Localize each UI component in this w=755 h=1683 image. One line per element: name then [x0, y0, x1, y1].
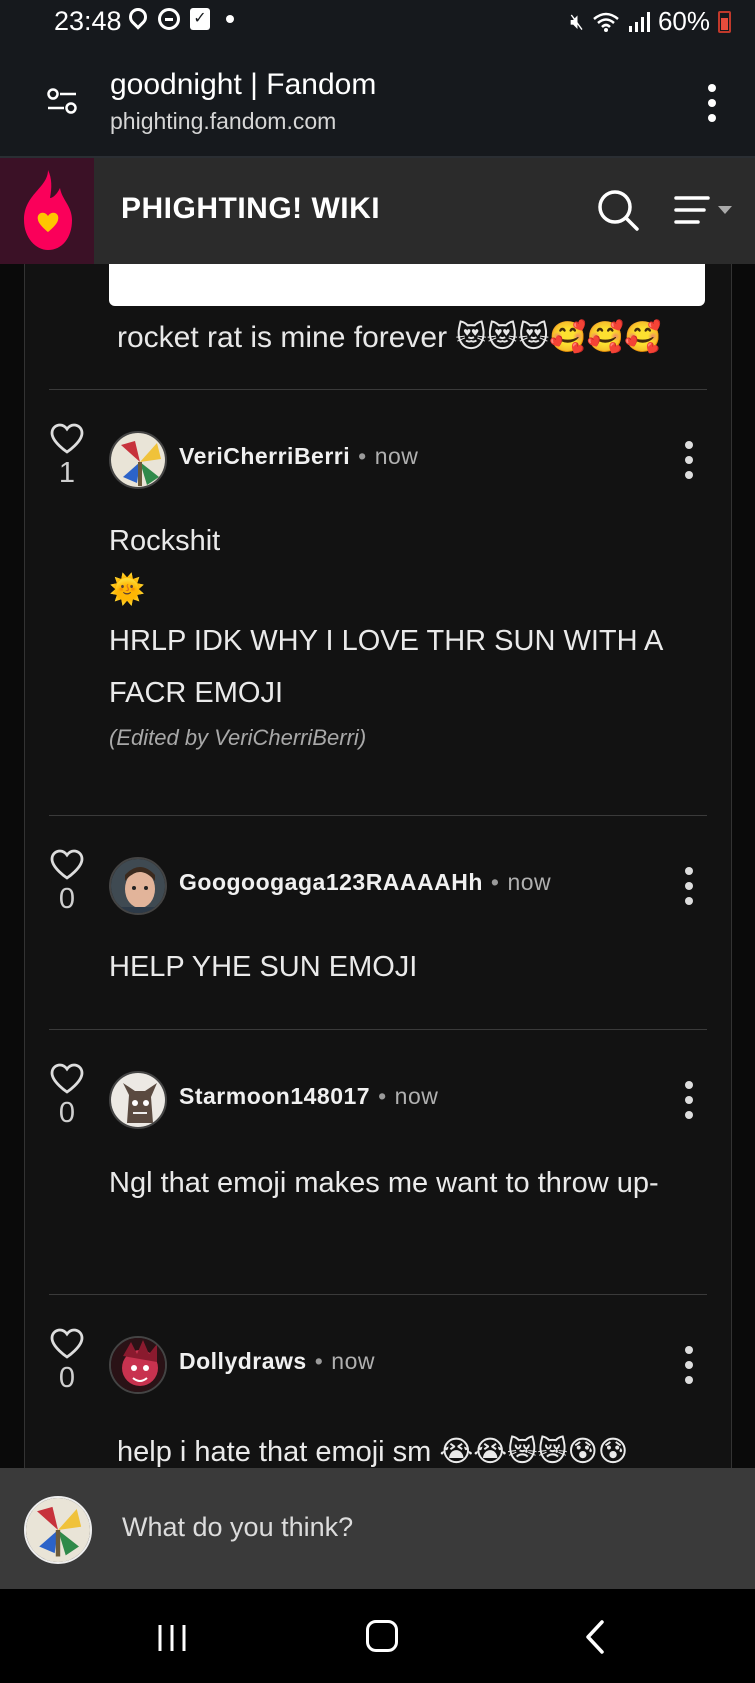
comment-input[interactable]: What do you think? [122, 1512, 353, 1543]
user-avatar[interactable] [24, 1496, 92, 1564]
comment-line: HELP YHE SUN EMOJI [109, 951, 418, 983]
location-icon [128, 8, 148, 30]
timestamp: now [331, 1348, 375, 1374]
username[interactable]: VeriCherriBerri [179, 443, 350, 469]
previous-comment-text: rocket rat is mine forever 😻😻😻🥰🥰🥰 [117, 321, 662, 354]
recent-apps-icon[interactable] [156, 1623, 188, 1653]
edited-note: (Edited by VeriCherriBerri) [109, 725, 367, 750]
fandom-logo[interactable] [0, 158, 94, 264]
previous-comment-media [109, 264, 705, 306]
username[interactable]: Googoogaga123RAAAAHh [179, 869, 483, 895]
avatar[interactable] [109, 1336, 167, 1394]
notification-dot-icon [226, 15, 234, 23]
status-icons-left: ✓ [128, 8, 234, 30]
comment-line: Rockshit [109, 525, 221, 557]
like-count: 0 [58, 1097, 76, 1129]
heart-icon[interactable] [49, 1328, 85, 1360]
comment-composer[interactable]: What do you think? [0, 1468, 755, 1589]
heart-icon[interactable] [49, 1063, 85, 1095]
timestamp: now [394, 1083, 439, 1109]
mute-icon: 🔇︎ [570, 8, 584, 34]
site-settings-icon[interactable] [46, 86, 78, 116]
comment-options-icon[interactable] [684, 1346, 694, 1384]
avatar[interactable] [109, 857, 167, 915]
username[interactable]: Dollydraws [179, 1348, 307, 1374]
battery-percent: 60% [657, 6, 710, 36]
comment-body: Ngl that emoji makes me want to throw up… [109, 1157, 669, 1209]
dnd-icon [158, 8, 180, 30]
hamburger-menu-icon[interactable] [674, 194, 734, 228]
wiki-header: PHIGHTING! WIKI [0, 158, 755, 264]
battery-icon [718, 10, 731, 33]
timestamp: now [507, 869, 552, 895]
comment-line: HRLP IDK WHY I LOVE THR SUN WITH A FACR … [109, 625, 662, 709]
username[interactable]: Starmoon148017 [179, 1083, 370, 1109]
comments-section: rocket rat is mine forever 😻😻😻🥰🥰🥰 1 Veri… [24, 264, 732, 1468]
avatar[interactable] [109, 431, 167, 489]
browser-menu-icon[interactable] [707, 84, 717, 122]
comment-options-icon[interactable] [684, 441, 694, 479]
separator: • [314, 1348, 324, 1374]
search-icon[interactable] [596, 188, 640, 232]
comment-options-icon[interactable] [684, 867, 694, 905]
signal-icon [628, 11, 650, 32]
heart-icon[interactable] [49, 423, 85, 455]
status-bar: 23:48 ✓ 🔇︎ 60% [0, 0, 755, 46]
comment-header: Dollydraws • now [179, 1348, 375, 1375]
comment-header: VeriCherriBerri • now [179, 443, 418, 470]
divider [49, 389, 707, 390]
status-icons-right: 🔇︎ 60% [570, 6, 731, 37]
like-count: 0 [58, 1362, 76, 1394]
divider [49, 815, 707, 816]
status-time: 23:48 [54, 6, 122, 36]
comment-line: Ngl that emoji makes me want to throw up… [109, 1167, 659, 1199]
separator: • [490, 869, 500, 895]
divider [49, 1029, 707, 1030]
comment-options-icon[interactable] [684, 1081, 694, 1119]
home-icon[interactable] [366, 1620, 398, 1652]
comment-body: help i hate that emoji sm 😭😭😿😿😰😰 [117, 1428, 697, 1468]
back-icon[interactable] [580, 1619, 610, 1655]
timestamp: now [374, 443, 419, 469]
system-nav-bar [0, 1589, 755, 1683]
page-title[interactable]: goodnight | Fandom [110, 68, 376, 102]
separator: • [378, 1083, 387, 1109]
wiki-title[interactable]: PHIGHTING! WIKI [121, 192, 380, 226]
heart-icon[interactable] [49, 849, 85, 881]
check-notification-icon: ✓ [190, 8, 210, 30]
separator: • [358, 443, 367, 469]
page-domain[interactable]: phighting.fandom.com [110, 108, 336, 135]
browser-url-bar: goodnight | Fandom phighting.fandom.com [0, 46, 755, 158]
fandom-flame-icon [24, 170, 72, 250]
comment-body: Rockshit 🌞 HRLP IDK WHY I LOVE THR SUN W… [109, 517, 689, 719]
comment-header: Starmoon148017 • now [179, 1083, 438, 1110]
divider [49, 1294, 707, 1295]
comment-line: help i hate that emoji sm 😭😭😿😿😰😰 [117, 1436, 629, 1468]
like-count: 1 [58, 457, 76, 489]
like-count: 0 [58, 883, 76, 915]
wifi-icon [593, 12, 619, 32]
comment-header: Googoogaga123RAAAAHh • now [179, 869, 551, 896]
avatar[interactable] [109, 1071, 167, 1129]
comment-body: HELP YHE SUN EMOJI [109, 943, 689, 991]
comment-line: 🌞 [109, 574, 146, 606]
